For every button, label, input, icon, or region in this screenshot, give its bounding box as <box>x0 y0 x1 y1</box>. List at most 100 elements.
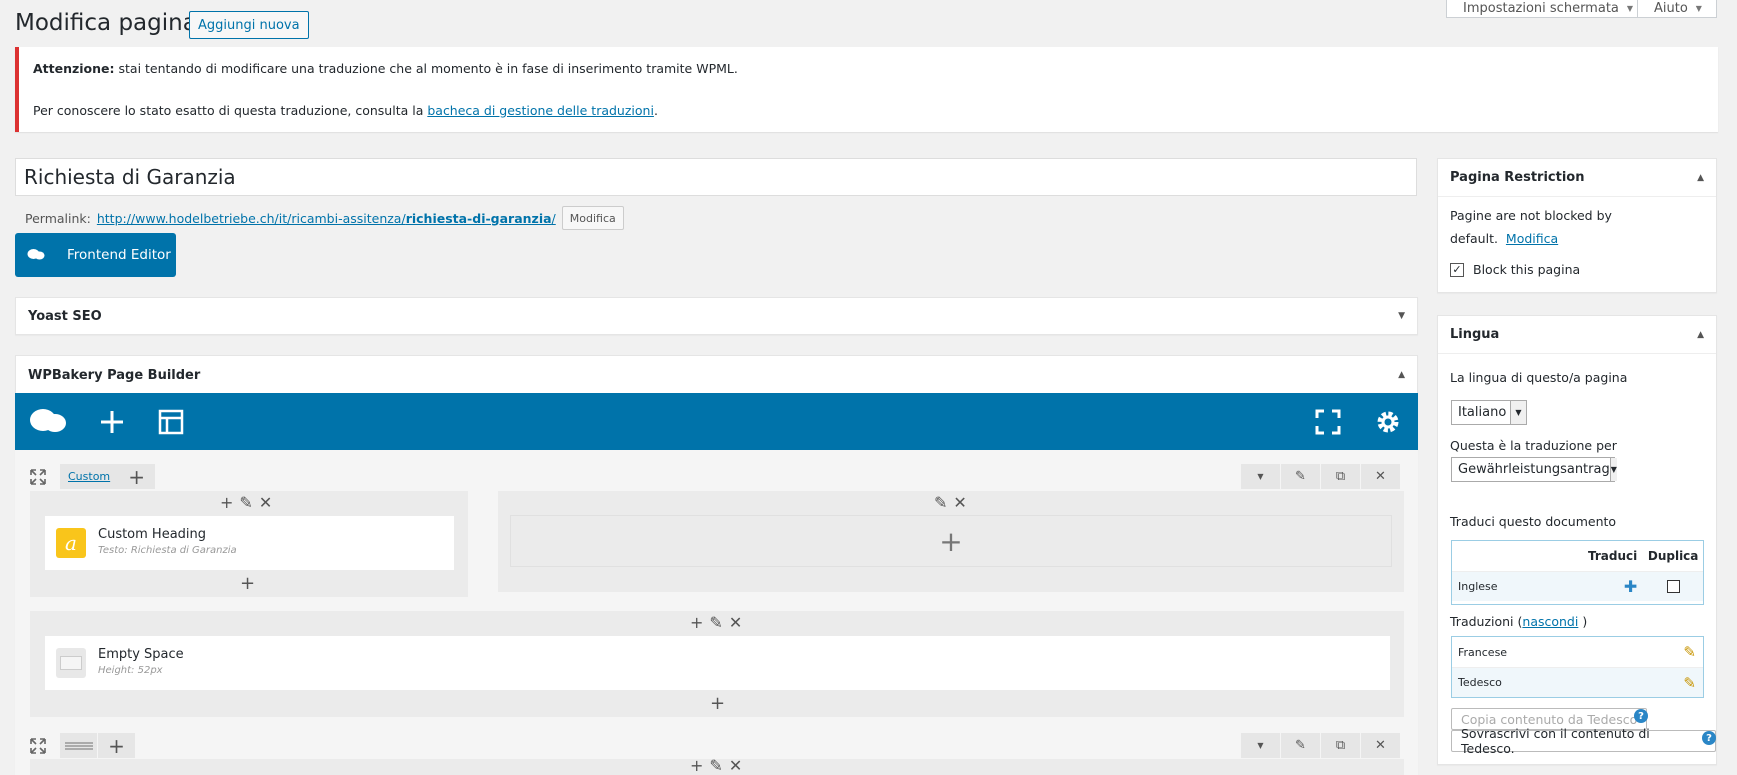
wpbakery-logo-icon <box>27 249 45 260</box>
language-title: Lingua <box>1450 327 1500 342</box>
hide-translations-link[interactable]: nascondi <box>1522 614 1578 629</box>
empty-space-element[interactable]: Empty Space Height: 52px <box>45 636 1390 690</box>
permalink-edit-button[interactable]: Modifica <box>561 206 624 230</box>
fullscreen-icon[interactable] <box>1315 409 1341 435</box>
translate-table: Traduci Duplica Inglese ✚ <box>1451 540 1704 605</box>
row-2-column: + ✎ ✕ Empty Space Height: 52px + <box>30 611 1404 717</box>
add-translation-icon[interactable]: ✚ <box>1544 577 1644 596</box>
move-row-icon[interactable] <box>28 736 48 756</box>
empty-space-icon <box>56 648 86 678</box>
add-element-icon[interactable]: + <box>710 693 725 714</box>
permalink: Permalink: http://www.hodelbetriebe.ch/i… <box>25 206 624 230</box>
permalink-label: Permalink: <box>25 210 91 226</box>
row-dropdown-icon[interactable]: ▼ <box>1241 464 1281 489</box>
translation-row: Francese ✎ <box>1452 637 1703 667</box>
yoast-seo-box[interactable]: Yoast SEO ▼ <box>15 297 1418 335</box>
custom-heading-element[interactable]: a Custom Heading Testo: Richiesta di Gar… <box>45 516 454 570</box>
delete-row-icon[interactable]: ✕ <box>1361 733 1401 758</box>
custom-heading-icon: a <box>56 528 86 558</box>
add-column-icon[interactable]: + <box>98 733 136 758</box>
translation-dashboard-link[interactable]: bacheca di gestione delle traduzioni <box>427 103 654 118</box>
language-label: La lingua di questo/a pagina <box>1450 370 1628 385</box>
screen-options-label: Impostazioni schermata <box>1463 0 1619 16</box>
row-custom-tab[interactable]: Custom <box>68 470 110 483</box>
block-page-checkbox-row: ✓ Block this pagina <box>1450 262 1580 277</box>
delete-column-icon[interactable]: ✕ <box>259 493 272 512</box>
column-2-controls: ✎ ✕ <box>934 493 967 512</box>
help-icon[interactable]: ? <box>1702 731 1716 745</box>
toggle-up-icon[interactable]: ▲ <box>1398 370 1405 380</box>
wpbakery-toolbar <box>15 393 1418 450</box>
clone-row-icon[interactable]: ⧉ <box>1321 464 1361 489</box>
translate-doc-label: Traduci questo documento <box>1450 514 1617 529</box>
language-select[interactable]: Italiano ▼ <box>1451 400 1527 425</box>
element-title: Custom Heading <box>98 527 207 542</box>
delete-column-icon[interactable]: ✕ <box>729 613 742 632</box>
edit-row-icon[interactable]: ✎ <box>1281 733 1321 758</box>
edit-column-icon[interactable]: ✎ <box>709 756 722 775</box>
row-language: Inglese <box>1458 580 1498 593</box>
caret-down-icon: ▼ <box>1695 3 1702 13</box>
element-title: Empty Space <box>98 647 184 662</box>
add-element-icon[interactable]: + <box>690 613 703 632</box>
restriction-text: Pagine are not blocked by default. Modif… <box>1450 208 1612 246</box>
overwrite-content-button[interactable]: Sovrascrivi con il contenuto di Tedesco. <box>1451 726 1716 756</box>
toggle-up-icon[interactable]: ▲ <box>1697 173 1704 183</box>
edit-column-icon[interactable]: ✎ <box>239 493 252 512</box>
block-page-checkbox[interactable]: ✓ <box>1450 262 1464 277</box>
row-1-controls: Custom + <box>28 464 157 489</box>
translation-of-select[interactable]: Gewährleistungsantrag ▼ <box>1451 457 1617 482</box>
delete-column-icon[interactable]: ✕ <box>953 493 966 512</box>
edit-translation-pencil-icon[interactable]: ✎ <box>1622 674 1702 692</box>
delete-row-icon[interactable]: ✕ <box>1361 464 1401 489</box>
notice-strong: Attenzione: <box>33 61 115 76</box>
edit-column-icon[interactable]: ✎ <box>709 613 722 632</box>
help-icon[interactable]: ? <box>1634 709 1648 723</box>
screen-options-button[interactable]: Impostazioni schermata ▼ <box>1446 0 1651 18</box>
restriction-edit-link[interactable]: Modifica <box>1506 231 1558 246</box>
row-dropdown-icon[interactable]: ▼ <box>1241 733 1281 758</box>
add-element-icon[interactable] <box>99 409 125 435</box>
row-3-column-controls: + ✎ ✕ <box>690 756 742 775</box>
page-restriction-title: Pagina Restriction <box>1450 170 1585 185</box>
page-title: Modifica pagina <box>15 10 197 36</box>
builder-canvas: Custom + ▼ ✎ ⧉ ✕ + ✎ ✕ a Custom Heading … <box>15 450 1418 775</box>
wpml-notice: Attenzione: stai tentando di modificare … <box>15 47 1718 132</box>
translations-label: Traduzioni (nascondi ) <box>1450 614 1588 629</box>
col-duplicate: Duplica <box>1647 549 1699 563</box>
edit-translation-pencil-icon[interactable]: ✎ <box>1622 643 1702 661</box>
select-arrow-icon: ▼ <box>1510 401 1526 424</box>
templates-icon[interactable] <box>158 409 184 435</box>
column-2: ✎ ✕ + <box>498 491 1404 592</box>
wpbakery-title: WPBakery Page Builder <box>28 367 201 383</box>
help-button[interactable]: Aiuto ▼ <box>1637 0 1717 18</box>
toggle-up-icon[interactable]: ▲ <box>1697 330 1704 340</box>
select-arrow-icon: ▼ <box>1609 458 1617 481</box>
settings-gear-icon[interactable] <box>1375 409 1401 435</box>
move-row-icon[interactable] <box>28 467 48 487</box>
add-element-icon[interactable]: + <box>690 756 703 775</box>
row-2-controls: + ✎ ✕ <box>690 613 742 632</box>
delete-column-icon[interactable]: ✕ <box>729 756 742 775</box>
col-translate: Traduci <box>1588 549 1638 563</box>
frontend-editor-button[interactable]: Frontend Editor <box>15 233 176 277</box>
empty-column-add-icon[interactable]: + <box>510 515 1392 567</box>
add-element-icon[interactable]: + <box>240 573 255 594</box>
edit-row-icon[interactable]: ✎ <box>1281 464 1321 489</box>
add-new-button[interactable]: Aggiungi nuova <box>189 11 309 39</box>
duplicate-checkbox[interactable] <box>1666 580 1680 593</box>
wpbakery-logo-icon[interactable] <box>29 407 67 437</box>
row-layout-icon[interactable] <box>60 733 98 758</box>
post-title-input[interactable]: Richiesta di Garanzia <box>15 158 1417 196</box>
edit-column-icon[interactable]: ✎ <box>934 493 947 512</box>
yoast-seo-title: Yoast SEO <box>28 308 102 324</box>
clone-row-icon[interactable]: ⧉ <box>1321 733 1361 758</box>
translations-table: Francese ✎ Tedesco ✎ <box>1451 636 1704 698</box>
add-column-icon[interactable]: + <box>118 464 157 489</box>
add-element-icon[interactable]: + <box>220 493 233 512</box>
translation-of-label: Questa è la traduzione per <box>1450 438 1617 453</box>
element-subtitle: Testo: Richiesta di Garanzia <box>98 545 237 556</box>
permalink-link[interactable]: http://www.hodelbetriebe.ch/it/ricambi-a… <box>97 211 556 226</box>
row-3-actions: ▼ ✎ ⧉ ✕ <box>1241 733 1401 758</box>
toggle-down-icon[interactable]: ▼ <box>1398 311 1405 321</box>
